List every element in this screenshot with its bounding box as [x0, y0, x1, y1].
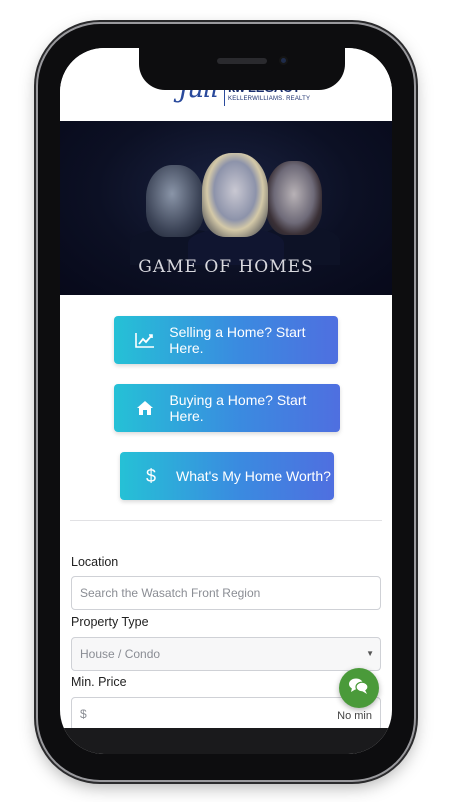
notch	[139, 48, 345, 90]
min-price-input[interactable]: $ No min	[71, 697, 381, 731]
chevron-down-icon: ▼	[366, 649, 374, 658]
min-price-prefix: $	[80, 707, 87, 721]
property-type-value: House / Condo	[80, 647, 161, 661]
selling-home-button[interactable]: Selling a Home? Start Here.	[114, 316, 338, 364]
property-type-label: Property Type	[71, 615, 149, 629]
person-right	[266, 161, 322, 235]
location-search-input[interactable]: Search the Wasatch Front Region	[71, 576, 381, 610]
speaker-grille	[217, 58, 267, 64]
front-camera	[279, 56, 288, 65]
hero-banner: GAME OF HOMES	[60, 121, 392, 295]
dollar-icon: $	[140, 465, 162, 487]
screen-bottom-bezel	[60, 728, 392, 754]
chat-bubbles-icon	[348, 676, 370, 701]
min-price-value: No min	[337, 710, 372, 722]
buying-home-label: Buying a Home? Start Here.	[169, 392, 307, 424]
home-worth-label: What's My Home Worth?	[176, 468, 331, 484]
person-center	[202, 153, 268, 237]
logo-brand-subtext: KELLERWILLIAMS. REALTY	[228, 96, 311, 102]
chat-button[interactable]	[339, 668, 379, 708]
location-placeholder: Search the Wasatch Front Region	[80, 586, 261, 600]
section-divider	[70, 520, 382, 521]
min-price-label: Min. Price	[71, 675, 127, 689]
buying-home-button[interactable]: Buying a Home? Start Here.	[114, 384, 340, 432]
property-type-select[interactable]: House / Condo ▼	[71, 637, 381, 671]
home-icon	[134, 397, 155, 419]
person-left	[146, 165, 204, 237]
location-label: Location	[71, 555, 119, 569]
banner-title: GAME OF HOMES	[138, 257, 314, 277]
chart-line-icon	[134, 329, 155, 351]
phone-screen: Juli kw LEGACY KELLERWILLIAMS. REALTY GA…	[60, 48, 392, 754]
selling-home-label: Selling a Home? Start Here.	[169, 324, 306, 356]
svg-text:$: $	[146, 466, 156, 486]
home-worth-button[interactable]: $ What's My Home Worth?	[120, 452, 334, 500]
